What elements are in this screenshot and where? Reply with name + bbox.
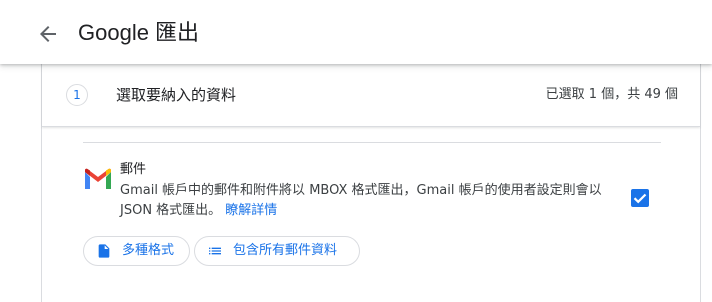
step-number-badge: 1 [66, 84, 88, 106]
selection-count: 已選取 1 個，共 49 個 [545, 87, 678, 102]
divider [83, 142, 661, 143]
list-icon [209, 247, 221, 255]
gmail-logo-icon [85, 168, 111, 189]
include-all-data-button[interactable]: 包含所有郵件資料 [194, 236, 360, 266]
check-icon [633, 193, 647, 204]
app-header: Google 匯出 [0, 0, 712, 64]
page-title: Google 匯出 [78, 20, 200, 45]
step-title: 選取要納入的資料 [116, 86, 237, 104]
format-options-label: 多種格式 [122, 243, 175, 258]
export-step-card: 1 選取要納入的資料 已選取 1 個，共 49 個 郵件 Gmail 帳戶中的郵… [41, 62, 701, 302]
arrow-back-icon[interactable] [36, 22, 60, 46]
learn-more-link[interactable]: 瞭解詳情 [225, 203, 277, 218]
format-options-button[interactable]: 多種格式 [83, 236, 190, 266]
include-all-data-label: 包含所有郵件資料 [233, 243, 338, 258]
product-description: Gmail 帳戶中的郵件和附件將以 MBOX 格式匯出，Gmail 帳戶的使用者… [120, 181, 610, 221]
product-name: 郵件 [120, 162, 147, 177]
description-text: Gmail 帳戶中的郵件和附件將以 MBOX 格式匯出，Gmail 帳戶的使用者… [120, 183, 602, 218]
step-header[interactable]: 1 選取要納入的資料 已選取 1 個，共 49 個 [42, 62, 700, 127]
file-icon [98, 244, 110, 258]
include-product-checkbox[interactable] [631, 189, 649, 207]
